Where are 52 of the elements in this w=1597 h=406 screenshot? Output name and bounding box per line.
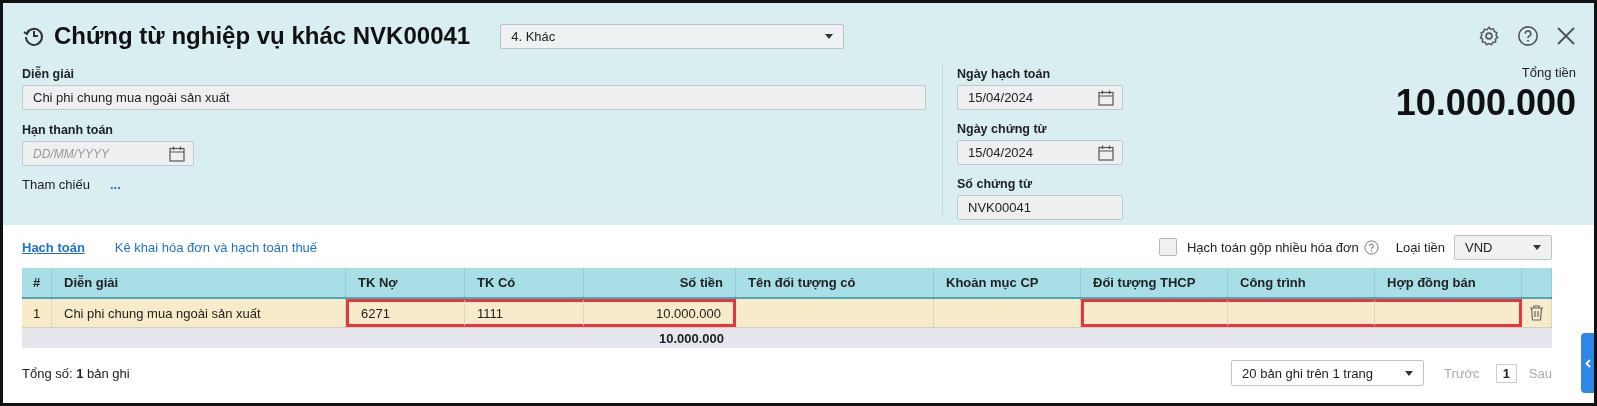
total-cell: 10.000.000 [658,330,724,346]
window-title: Chứng từ nghiệp vụ khác NVK00041 [54,22,471,50]
type-dropdown[interactable]: 4. Khác [500,23,845,49]
trash-icon[interactable] [1529,305,1544,321]
table-cell: 10.000.000 [584,299,736,327]
currency-label: Loại tiền [1395,239,1445,255]
side-panel-toggle[interactable] [1581,333,1594,393]
table-cell: 6271 [346,299,465,327]
checkbox[interactable] [1158,238,1177,256]
total-amount: 10.000.000 [1395,82,1576,124]
voucher-number-field[interactable]: NVK00041 [957,195,1123,220]
column-header: # [22,268,52,297]
column-header: Tên đối tượng có [736,268,934,297]
field-label: Số chứng từ [957,177,1034,191]
column-header: Hợp đồng bán [1375,268,1522,297]
tab[interactable]: Kê khai hóa đơn và hạch toán thuế [114,239,318,255]
calendar-icon [1098,89,1114,106]
field-label: Diễn giải [22,67,76,81]
column-header: TK Có [465,268,584,297]
calendar-icon [1098,144,1114,161]
caret-icon [825,33,834,39]
column-header: Khoản mục CP [934,268,1081,297]
column-header: Số tiền [584,268,736,297]
field-label: Hạn thanh toán [22,123,114,137]
chevron-left-icon [1584,358,1591,368]
page-size-dropdown[interactable]: 20 bản ghi trên 1 trang [1231,360,1425,386]
caret-icon [1533,244,1541,250]
table-cell: Chi phi chung mua ngoài sản xuất [52,299,346,327]
table-cell: 1 [22,299,52,327]
help-icon[interactable] [1517,25,1539,47]
column-header: TK Nợ [346,268,465,297]
settings-icon[interactable] [1478,25,1500,47]
tab[interactable]: Hạch toán [22,239,85,255]
currency-dropdown[interactable]: VND [1454,234,1552,260]
calendar-icon [169,145,185,162]
field-label: Ngày chứng từ [957,122,1048,136]
field-label: Ngày hạch toán [957,67,1052,81]
checkbox-label: Hạch toán gộp nhiều hóa đơn [1186,239,1359,255]
column-header: Công trình [1228,268,1375,297]
date-field[interactable]: 15/04/2024 [957,140,1123,165]
column-header: Đối tượng THCP [1081,268,1228,297]
caret-icon [1405,370,1414,376]
column-header: Diễn giải [52,268,346,297]
close-icon[interactable] [1556,26,1576,46]
total-label: Tổng tiền [1521,65,1576,80]
field-label: Tham chiếu [22,177,90,192]
reference-link[interactable]: ... [109,177,121,192]
help-icon[interactable] [1363,239,1379,255]
description-field[interactable]: Chi phi chung mua ngoài sản xuất [22,85,926,110]
record-count: Tổng số: 1 bản ghi [22,365,130,381]
date-field[interactable]: 15/04/2024 [957,85,1123,110]
page-number[interactable]: 1 [1495,363,1517,383]
